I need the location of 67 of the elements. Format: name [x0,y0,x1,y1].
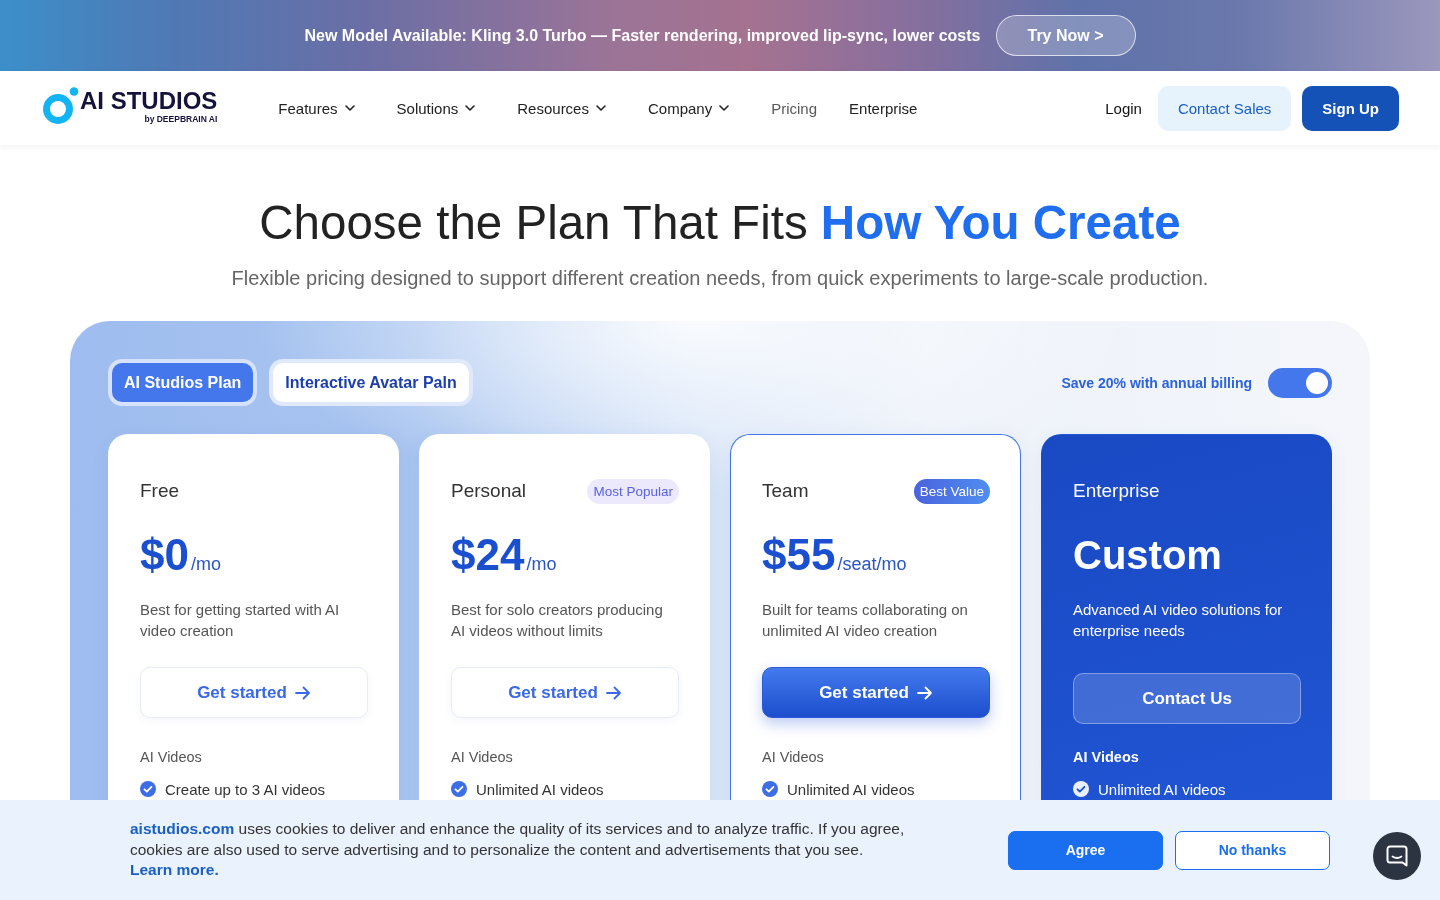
chevron-down-icon [595,105,606,111]
plan-name: Free [140,480,180,502]
check-circle-icon [1073,781,1089,797]
feature-group-label: AI Videos [140,748,203,767]
announcement-text: New Model Available: Kling 3.0 Turbo — Faster rendering, improved lip-sync, lower costs [304,26,981,45]
arrow-right-icon [605,685,622,700]
plan-button[interactable]: Contact Us [1073,673,1301,724]
feature-item: Unlimited AI videos [1098,780,1226,798]
plan-tab[interactable]: Interactive Avatar Paln [269,359,473,406]
feature-group-label: AI Videos [451,748,514,767]
feature-item: Unlimited AI videos [787,780,915,798]
nav-link[interactable]: Features [278,99,365,117]
feature-item: Unlimited AI videos [476,780,604,798]
billing-label: Save 20% with annual billing [1061,374,1252,391]
chat-launcher-button[interactable] [1373,832,1421,880]
nav-link[interactable]: Pricing [771,99,818,117]
learn-more-link[interactable]: Learn more. [130,861,219,879]
plan-button[interactable]: Get started [762,667,990,718]
plan-price: Custom [1073,532,1222,579]
price-period: /seat/mo [837,554,907,575]
plan-price: $24 [451,530,525,580]
chevron-down-icon [719,105,730,111]
logo-wordmark: AI STUDIOS [80,87,218,114]
page-heading: Choose the Plan That Fits How You Create [258,195,1182,251]
cookie-notice: aistudios.com uses cookies to deliver and enhance the quality of its services and to analyze traffic. If you agree, cookies are also used to serve advertising and to personalize the content and advertisements that you see. Learn more. [130,819,906,881]
plan-name: Team [762,480,809,502]
billing-toggle[interactable] [1268,367,1332,398]
logo-ring-icon [43,86,79,124]
price-period: /mo [190,554,221,575]
plan-tab[interactable]: AI Studios Plan [108,359,258,406]
plan-button[interactable]: Get started [451,667,679,718]
arrow-right-icon [294,685,311,700]
feature-group-label: AI Videos [1073,748,1140,767]
chevron-down-icon [344,105,355,111]
plan-description: Best for solo creators producing AI videos without limits [451,600,664,641]
agree-button[interactable]: Agree [1008,830,1163,870]
nav-link[interactable]: Enterprise [849,99,918,117]
chat-bubble-icon [1386,845,1408,867]
plan-description: Best for getting started with AI video creation [140,600,341,641]
arrow-right-icon [916,685,933,700]
plan-price: $55 [762,530,836,580]
try-now-button[interactable]: Try Now > [995,15,1136,56]
check-circle-icon [762,781,778,797]
check-circle-icon [140,781,156,797]
check-circle-icon [451,781,467,797]
page-subtitle: Flexible pricing designed to support different creation needs, from quick experiments to large-scale production. [230,266,1210,290]
plan-description: Built for teams collaborating on unlimited AI video creation [762,600,969,641]
sign-up-button[interactable]: Sign Up [1302,85,1399,131]
chevron-down-icon [465,105,476,111]
feature-group-label: AI Videos [762,748,825,767]
plan-name: Enterprise [1073,480,1160,502]
plan-badge: Most Popular [587,478,679,504]
plan-button[interactable]: Get started [140,667,368,718]
price-period: /mo [526,554,557,575]
plan-name: Personal [451,480,526,502]
plan-description: Advanced AI video solutions for enterprise needs [1073,600,1284,641]
feature-item: Create up to 3 AI videos [165,780,326,798]
nav-link[interactable]: Resources [517,99,616,117]
contact-sales-button[interactable]: Contact Sales [1157,85,1292,131]
login-link[interactable]: Login [1105,99,1142,117]
plan-price: $0 [140,530,189,580]
plan-badge: Best Value [913,478,990,504]
decline-button[interactable]: No thanks [1175,830,1330,870]
nav-link[interactable]: Solutions [396,99,486,117]
site-link[interactable]: aistudios.com [130,820,235,838]
logo-byline: by DEEPBRAIN AI [144,113,218,124]
nav-link[interactable]: Company [647,99,740,117]
